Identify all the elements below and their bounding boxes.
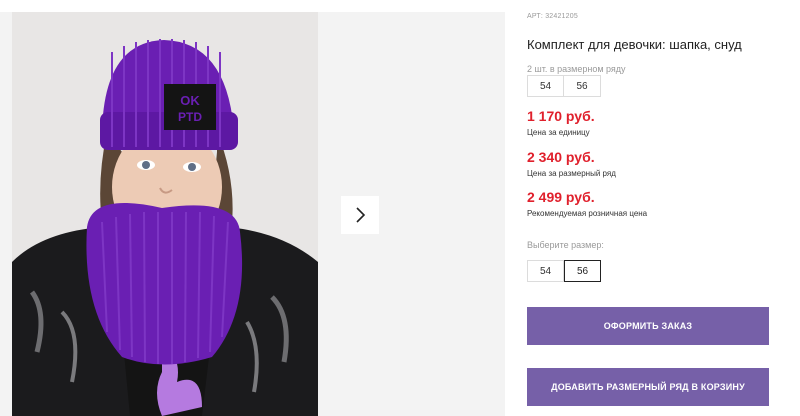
order-button[interactable]: ОФОРМИТЬ ЗАКАЗ [527, 307, 769, 345]
size-picker-label: Выберите размер: [527, 240, 604, 250]
size-option-54[interactable]: 54 [527, 260, 564, 282]
row-price-caption: Цена за размерный ряд [527, 169, 616, 178]
gallery-top-strip [0, 0, 505, 12]
unit-price: 1 170 руб. [527, 108, 595, 124]
product-gallery: OK PTD [0, 0, 505, 416]
hat-logo-line1: OK [180, 93, 200, 108]
retail-price: 2 499 руб. [527, 189, 595, 205]
product-sku: АРТ: 32421205 [527, 13, 578, 20]
pack-size-chip: 54 [527, 75, 564, 97]
pack-sizes: 54 56 [527, 75, 601, 97]
retail-price-caption: Рекомендуемая розничная цена [527, 209, 648, 218]
unit-price-caption: Цена за единицу [527, 128, 590, 137]
hat-logo-line2: PTD [178, 110, 202, 124]
product-title: Комплект для девочки: шапка, снуд [527, 37, 742, 52]
product-photo-illustration: OK PTD [12, 12, 318, 416]
product-photo[interactable]: OK PTD [12, 12, 318, 416]
chevron-right-icon [356, 207, 366, 223]
add-size-row-to-cart-button[interactable]: ДОБАВИТЬ РАЗМЕРНЫЙ РЯД В КОРЗИНУ [527, 368, 769, 406]
size-option-56[interactable]: 56 [564, 260, 601, 282]
row-price: 2 340 руб. [527, 149, 595, 165]
gallery-next-button[interactable] [341, 196, 379, 234]
pack-size-chip: 56 [564, 75, 601, 97]
size-picker: 54 56 [527, 260, 601, 282]
pack-note: 2 шт. в размерном ряду [527, 64, 626, 74]
